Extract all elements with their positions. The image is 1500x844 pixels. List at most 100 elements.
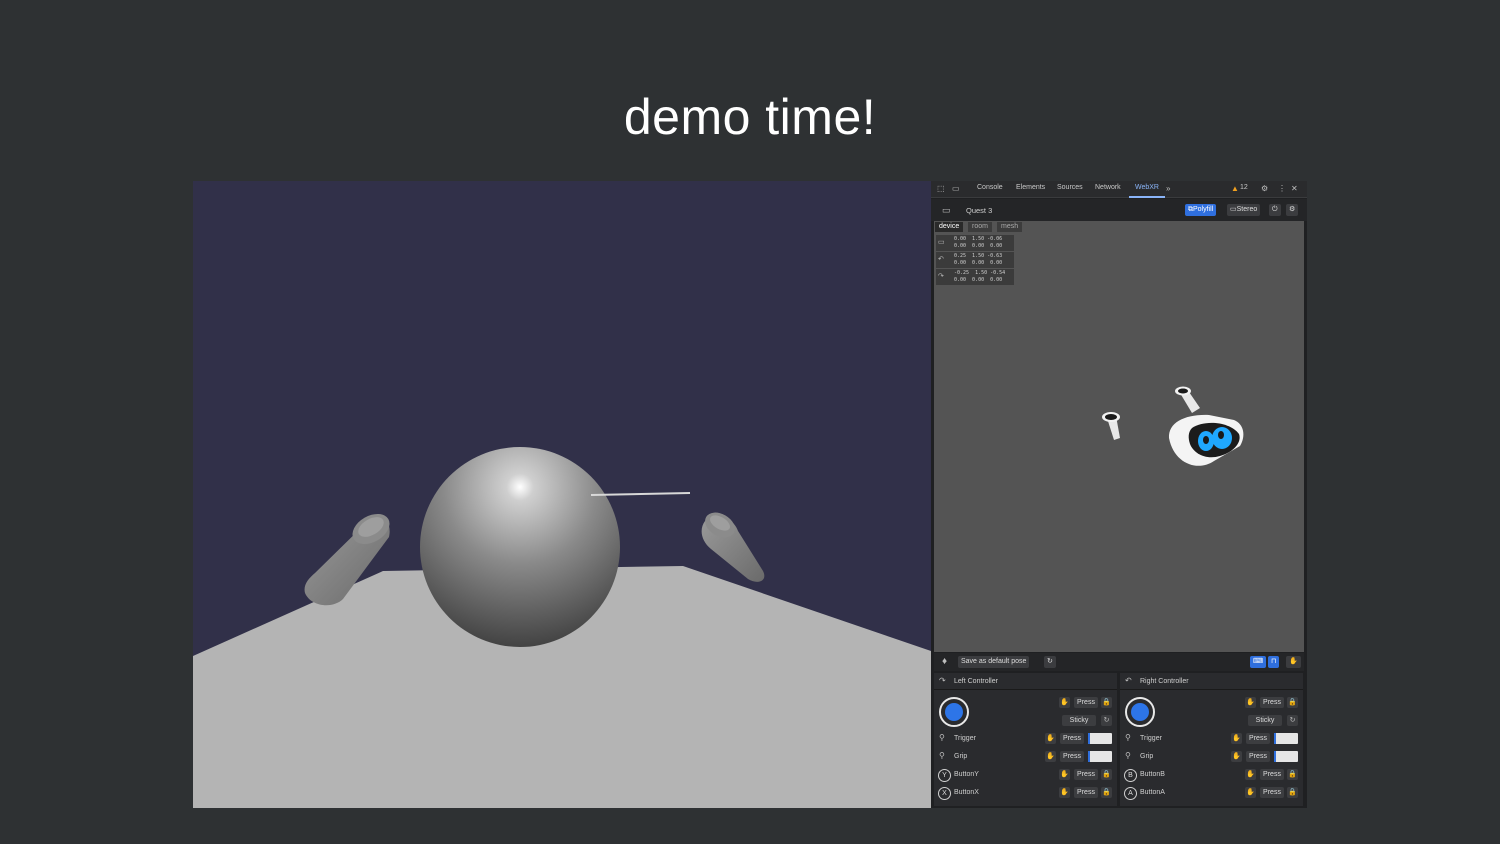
left-sticky-button[interactable]: Sticky bbox=[1062, 715, 1096, 726]
right-grip-touch-button[interactable]: ✋ bbox=[1231, 751, 1242, 762]
right-trigger-press-button[interactable]: Press bbox=[1246, 733, 1270, 744]
sphere-object bbox=[420, 447, 620, 647]
polyfill-button[interactable]: ⧉Polyfill bbox=[1185, 204, 1217, 216]
right-grip-slider[interactable] bbox=[1274, 751, 1298, 762]
right-joystick-press-button[interactable]: Press bbox=[1260, 697, 1284, 708]
stereo-button[interactable]: ▭Stereo bbox=[1227, 204, 1261, 216]
left-button-y-press[interactable]: Press bbox=[1074, 769, 1098, 780]
warning-icon[interactable]: ▲ bbox=[1231, 185, 1239, 193]
left-joystick-touch-button[interactable]: ✋ bbox=[1059, 697, 1070, 708]
right-button-b-touch[interactable]: ✋ bbox=[1245, 769, 1256, 780]
warning-count[interactable]: 12 bbox=[1240, 184, 1248, 191]
polyfill-label: Polyfill bbox=[1193, 206, 1214, 213]
pose-headset-position: 0.00 1.50 -0.06 bbox=[954, 236, 1003, 242]
right-controller-icon: ↶ bbox=[1125, 676, 1132, 685]
right-controller-header: ↶ Right Controller bbox=[1120, 673, 1303, 690]
trigger-icon: ⚲ bbox=[939, 733, 945, 742]
inspect-element-icon[interactable]: ⬚ bbox=[937, 185, 945, 193]
left-trigger-touch-button[interactable]: ✋ bbox=[1045, 733, 1056, 744]
headset-icon: ▭ bbox=[938, 239, 945, 246]
right-grip-slider-fill bbox=[1274, 751, 1277, 762]
lock-icon[interactable]: 🔒 bbox=[1101, 769, 1112, 780]
button-b-icon: B bbox=[1124, 769, 1137, 782]
left-joystick-knob[interactable] bbox=[945, 703, 963, 721]
device-viewport[interactable]: device room mesh ▭ 0.00 1.50 -0.06 0.00 … bbox=[934, 221, 1304, 652]
lock-icon[interactable]: 🔒 bbox=[1101, 787, 1112, 798]
lock-icon[interactable]: 🔒 bbox=[1287, 787, 1298, 798]
view-tab-device[interactable]: device bbox=[935, 222, 964, 232]
view-tab-room[interactable]: room bbox=[968, 222, 992, 232]
close-icon[interactable]: ✕ bbox=[1291, 185, 1298, 193]
pose-right-controller[interactable]: ↶ 0.25 1.50 -0.63 0.00 0.00 0.00 bbox=[936, 252, 1014, 268]
right-trigger-slider-fill bbox=[1274, 733, 1277, 744]
left-grip-slider[interactable] bbox=[1088, 751, 1112, 762]
right-trigger-slider[interactable] bbox=[1274, 733, 1298, 744]
tab-webxr[interactable]: WebXR bbox=[1129, 184, 1165, 198]
right-joystick-knob[interactable] bbox=[1131, 703, 1149, 721]
right-sticky-button[interactable]: Sticky bbox=[1248, 715, 1282, 726]
view-tab-mesh[interactable]: mesh bbox=[997, 222, 1023, 232]
button-x-icon: X bbox=[938, 787, 951, 800]
stereo-label: Stereo bbox=[1236, 206, 1258, 213]
power-button[interactable]: ⏻ bbox=[1269, 204, 1281, 216]
pose-right-position: 0.25 1.50 -0.63 bbox=[954, 253, 1003, 259]
left-button-x-press[interactable]: Press bbox=[1074, 787, 1098, 798]
button-y-icon: Y bbox=[938, 769, 951, 782]
button-a-icon: A bbox=[1124, 787, 1137, 800]
chevron-double-right-icon[interactable]: » bbox=[1166, 185, 1170, 193]
left-grip-touch-button[interactable]: ✋ bbox=[1045, 751, 1056, 762]
gear-icon[interactable]: ⚙ bbox=[1261, 185, 1268, 193]
settings-button[interactable]: ⚙ bbox=[1286, 204, 1299, 216]
left-button-y-touch[interactable]: ✋ bbox=[1059, 769, 1070, 780]
right-joystick[interactable] bbox=[1125, 697, 1155, 727]
lock-icon[interactable]: 🔒 bbox=[1101, 697, 1112, 708]
reset-icon[interactable]: ↻ bbox=[1287, 715, 1298, 726]
more-vertical-icon[interactable]: ⋮ bbox=[1278, 185, 1286, 193]
pose-headset[interactable]: ▭ 0.00 1.50 -0.06 0.00 0.00 0.00 bbox=[936, 235, 1014, 251]
headset-3d-model[interactable] bbox=[1094, 376, 1264, 486]
right-button-b-press[interactable]: Press bbox=[1260, 769, 1284, 780]
left-grip-slider-fill bbox=[1088, 751, 1091, 762]
grip-icon: ⚲ bbox=[1125, 751, 1131, 760]
right-button-b-label: ButtonB bbox=[1140, 771, 1165, 778]
right-button-a-press[interactable]: Press bbox=[1260, 787, 1284, 798]
hand-mode-button[interactable]: ✋ bbox=[1286, 656, 1301, 668]
left-controller-title: Left Controller bbox=[954, 678, 998, 685]
tab-network[interactable]: Network bbox=[1095, 184, 1121, 191]
pose-headset-rotation: 0.00 0.00 0.00 bbox=[954, 243, 1003, 249]
left-controller-header: ↷ Left Controller bbox=[934, 673, 1117, 690]
controller-mode-button[interactable]: ⊓ bbox=[1268, 656, 1280, 668]
headset-icon: ▭ bbox=[942, 205, 951, 215]
left-button-y-label: ButtonY bbox=[954, 771, 979, 778]
left-button-x-touch[interactable]: ✋ bbox=[1059, 787, 1070, 798]
reset-pose-button[interactable]: ↻ bbox=[1044, 656, 1056, 668]
left-joystick[interactable] bbox=[939, 697, 969, 727]
right-joystick-touch-button[interactable]: ✋ bbox=[1245, 697, 1256, 708]
lock-icon[interactable]: 🔒 bbox=[1287, 769, 1298, 780]
left-joystick-press-button[interactable]: Press bbox=[1074, 697, 1098, 708]
left-controller-icon: ↷ bbox=[939, 676, 946, 685]
save-default-pose-button[interactable]: Save as default pose bbox=[958, 656, 1030, 668]
right-controller-icon: ↶ bbox=[938, 256, 944, 263]
lock-icon[interactable]: 🔒 bbox=[1287, 697, 1298, 708]
tab-sources[interactable]: Sources bbox=[1057, 184, 1083, 191]
reset-icon[interactable]: ↻ bbox=[1101, 715, 1112, 726]
trigger-icon: ⚲ bbox=[1125, 733, 1131, 742]
right-button-a-touch[interactable]: ✋ bbox=[1245, 787, 1256, 798]
left-grip-press-button[interactable]: Press bbox=[1060, 751, 1084, 762]
right-grip-press-button[interactable]: Press bbox=[1246, 751, 1270, 762]
right-controller-title: Right Controller bbox=[1140, 678, 1189, 685]
device-toolbar-icon[interactable]: ▭ bbox=[952, 185, 960, 193]
right-trigger-touch-button[interactable]: ✋ bbox=[1231, 733, 1242, 744]
tab-elements[interactable]: Elements bbox=[1016, 184, 1045, 191]
webxr-scene-viewport[interactable] bbox=[193, 181, 931, 808]
right-controller-panel: ↶ Right Controller ✋ Press 🔒 Sticky ↻ ⚲ … bbox=[1120, 673, 1303, 806]
keyboard-mode-button[interactable]: ⌨ bbox=[1250, 656, 1267, 668]
headset-3d bbox=[1168, 414, 1244, 466]
left-trigger-slider[interactable] bbox=[1088, 733, 1112, 744]
left-controller-panel: ↷ Left Controller ✋ Press 🔒 Sticky ↻ ⚲ T… bbox=[934, 673, 1117, 806]
tab-console[interactable]: Console bbox=[977, 184, 1003, 191]
pose-left-controller[interactable]: ↷ -0.25 1.50 -0.54 0.00 0.00 0.00 bbox=[936, 269, 1014, 285]
left-trigger-press-button[interactable]: Press bbox=[1060, 733, 1084, 744]
device-name[interactable]: Quest 3 bbox=[966, 206, 992, 215]
